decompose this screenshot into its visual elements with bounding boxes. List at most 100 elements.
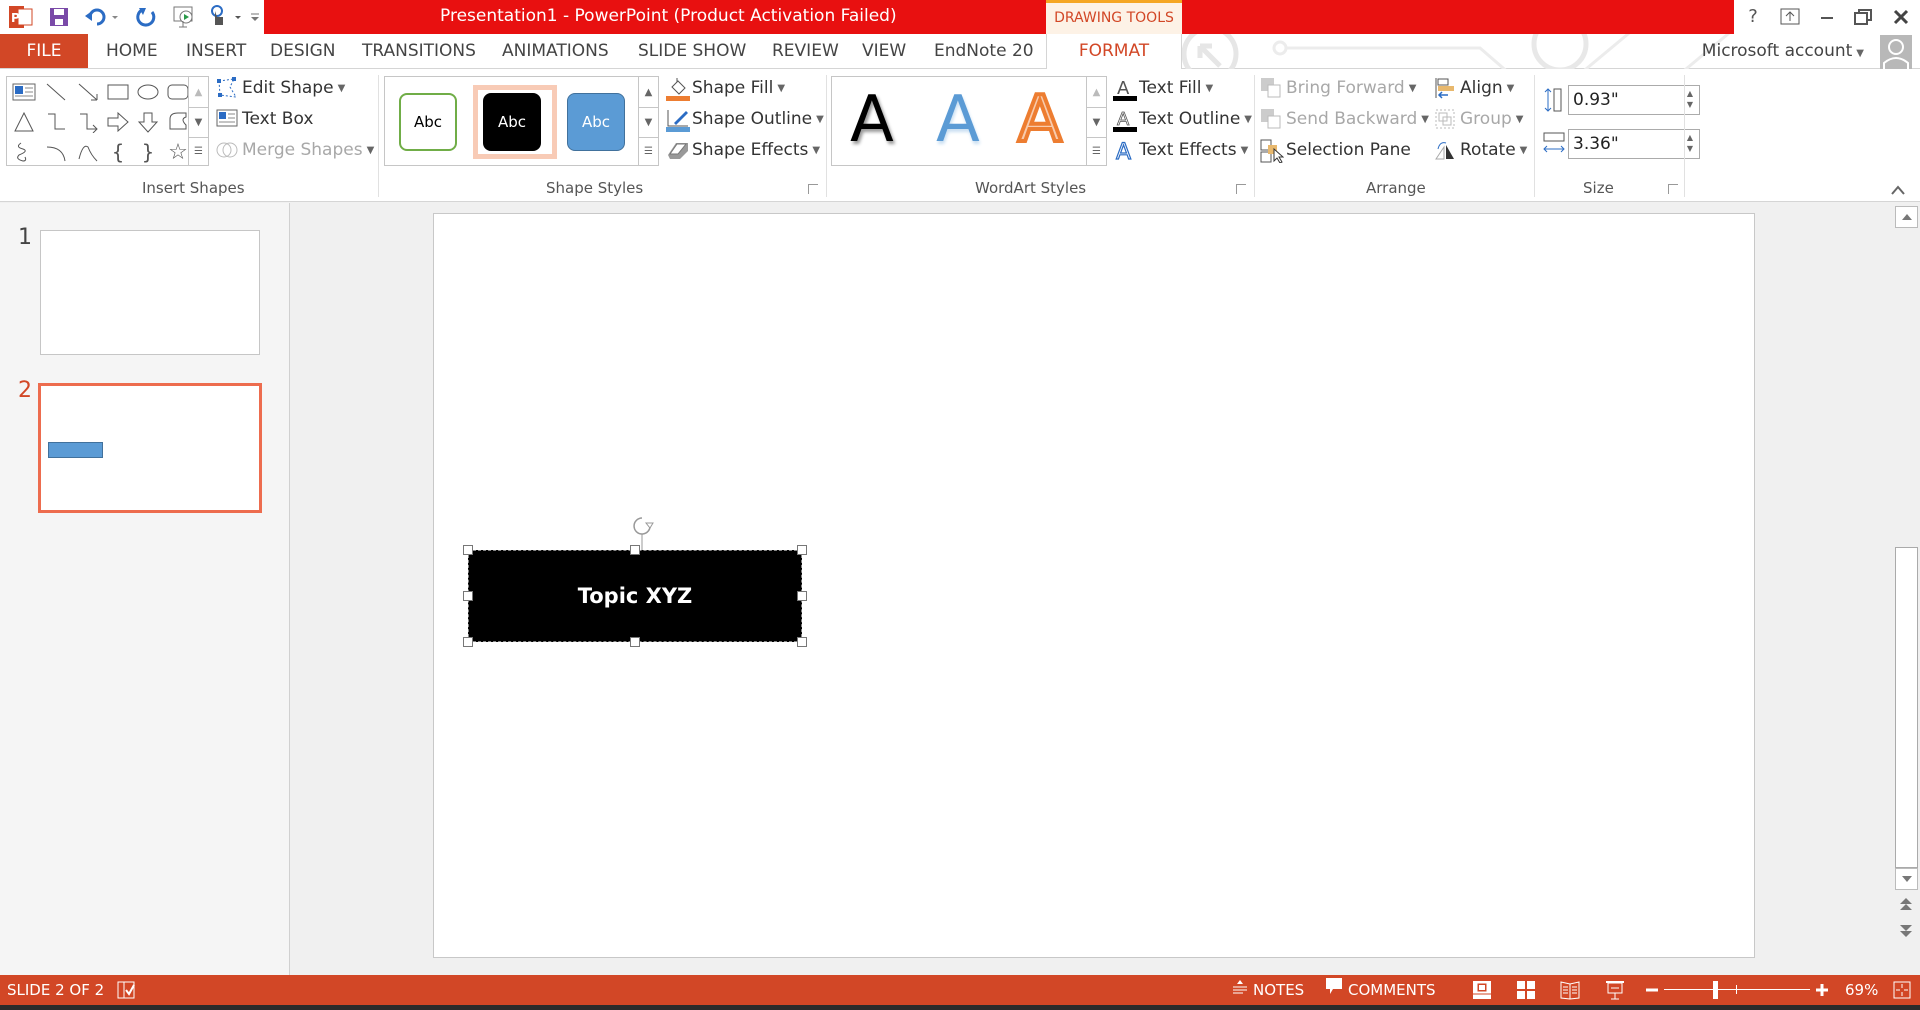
shape-style-preset-outline-green[interactable]: Abc [399,93,457,151]
send-backward-button[interactable]: Send Backward ▼ [1260,108,1429,130]
shape-style-preset-black[interactable]: Abc [483,93,541,151]
edit-shape-button[interactable]: Edit Shape ▼ [216,77,345,99]
gallery-scroll-down-icon[interactable]: ▼ [638,107,658,137]
zoom-slider-thumb[interactable] [1713,981,1718,999]
textbox-shape-icon[interactable] [9,77,39,107]
text-box-button[interactable]: Text Box [216,108,313,130]
resize-handle[interactable] [797,637,807,647]
zoom-in-button[interactable] [1815,975,1829,1005]
rectangle-shape-icon[interactable] [103,77,133,107]
topic-shape[interactable]: Topic XYZ [468,550,802,642]
gallery-more-icon[interactable]: ☰ [638,137,658,165]
wordart-preset-black[interactable]: A [850,83,894,157]
scroll-down-button[interactable] [1895,868,1918,890]
collapse-ribbon-icon[interactable] [1890,181,1906,200]
tab-view[interactable]: VIEW [862,34,906,68]
zoom-out-button[interactable] [1645,975,1659,1005]
text-outline-button[interactable]: A Text Outline ▼ [1113,108,1252,132]
tab-insert[interactable]: INSERT [186,34,246,68]
save-icon[interactable] [46,4,72,30]
resize-handle[interactable] [630,545,640,555]
resize-handle[interactable] [797,545,807,555]
selection-pane-button[interactable]: Selection Pane [1260,139,1411,164]
down-arrow-shape-icon[interactable] [133,107,163,137]
scrollbar-thumb[interactable] [1895,547,1918,868]
wordart-preset-blue[interactable]: A [936,83,980,157]
bring-forward-button[interactable]: Bring Forward ▼ [1260,77,1416,99]
help-button[interactable]: ? [1738,4,1768,30]
tab-format[interactable]: FORMAT [1046,34,1182,69]
zoom-level[interactable]: 69% [1845,975,1878,1005]
account-menu[interactable]: Microsoft account ▼ [1702,34,1864,71]
size-dialog-launcher-icon[interactable] [1668,184,1678,194]
align-button[interactable]: Align ▼ [1434,77,1514,99]
elbow-connector-shape-icon[interactable] [41,107,71,137]
text-fill-button[interactable]: A Text Fill ▼ [1113,77,1213,101]
start-from-beginning-icon[interactable] [170,4,200,30]
tab-home[interactable]: HOME [106,34,158,68]
slide-sorter-button[interactable] [1516,975,1536,1005]
shapes-gallery[interactable]: { } ☆ ▲ ▼ ☰ [6,76,209,166]
tab-review[interactable]: REVIEW [772,34,839,68]
left-brace-shape-icon[interactable]: { [103,137,133,167]
vertical-scrollbar[interactable] [1893,203,1920,975]
shape-width-input[interactable]: 3.36" ▲ ▼ [1568,129,1700,159]
powerpoint-logo-icon[interactable]: P [6,4,36,30]
slide-thumbnail-2[interactable] [38,383,262,513]
resize-handle[interactable] [797,591,807,601]
gallery-more-icon[interactable]: ☰ [188,137,208,165]
gallery-scroll-down-icon[interactable]: ▼ [188,107,208,137]
line-shape-icon[interactable] [41,77,71,107]
group-button[interactable]: Group ▼ [1434,108,1523,130]
shape-styles-dialog-launcher-icon[interactable] [808,184,818,194]
close-button[interactable] [1886,4,1916,30]
fit-slide-to-window-icon[interactable] [1893,975,1911,1005]
text-effects-button[interactable]: A Text Effects ▼ [1113,139,1248,165]
shape-styles-gallery[interactable]: Abc Abc Abc ▲ ▼ ☰ [384,76,659,166]
notes-button[interactable]: NOTES [1232,975,1304,1005]
tab-animations[interactable]: ANIMATIONS [502,34,609,68]
oval-shape-icon[interactable] [133,77,163,107]
wordart-preset-orange[interactable]: A [1016,81,1064,159]
touch-mode-icon[interactable] [206,4,246,30]
shape-fill-button[interactable]: Shape Fill ▼ [666,77,785,101]
tab-file[interactable]: FILE [0,34,88,68]
shape-effects-button[interactable]: Shape Effects ▼ [666,139,820,161]
gallery-more-icon[interactable]: ☰ [1086,137,1106,165]
tab-slide-show[interactable]: SLIDE SHOW [638,34,746,68]
right-brace-shape-icon[interactable]: } [133,137,163,167]
tab-transitions[interactable]: TRANSITIONS [362,34,476,68]
gallery-scroll-up-icon[interactable]: ▲ [1086,77,1106,107]
slide-show-button[interactable] [1605,975,1625,1005]
shape-outline-button[interactable]: Shape Outline ▼ [666,108,824,132]
previous-slide-icon[interactable] [1899,896,1913,915]
spell-check-icon[interactable] [116,975,138,1005]
spinner-arrows-icon[interactable]: ▲ ▼ [1687,132,1693,154]
triangle-shape-icon[interactable] [9,107,39,137]
gallery-scroll-up-icon[interactable]: ▲ [638,77,658,107]
next-slide-icon[interactable] [1899,923,1913,942]
minimize-button[interactable] [1812,4,1842,30]
curve-shape-icon[interactable] [73,137,103,167]
undo-icon[interactable] [82,4,122,30]
wordart-styles-gallery[interactable]: A A A ▲ ▼ ☰ [831,76,1107,166]
resize-handle[interactable] [463,637,473,647]
normal-view-button[interactable] [1472,975,1492,1005]
rotate-button[interactable]: Rotate ▼ [1434,139,1527,161]
elbow-arrow-connector-shape-icon[interactable] [73,107,103,137]
tab-endnote[interactable]: EndNote 20 [934,34,1034,68]
slide-thumbnail-1[interactable] [40,230,260,355]
scroll-up-button[interactable] [1895,206,1918,228]
gallery-scroll-up-icon[interactable]: ▲ [188,77,208,107]
scribble-shape-icon[interactable] [9,137,39,167]
comments-button[interactable]: COMMENTS [1325,975,1436,1005]
resize-handle[interactable] [463,545,473,555]
customize-qat-icon[interactable] [248,4,262,30]
zoom-slider[interactable] [1664,975,1810,1005]
reading-view-button[interactable] [1560,975,1580,1005]
shape-style-preset-blue[interactable]: Abc [567,93,625,151]
resize-handle[interactable] [463,591,473,601]
shape-height-input[interactable]: 0.93" ▲ ▼ [1568,85,1700,115]
avatar[interactable] [1880,35,1912,69]
arrow-line-shape-icon[interactable] [73,77,103,107]
